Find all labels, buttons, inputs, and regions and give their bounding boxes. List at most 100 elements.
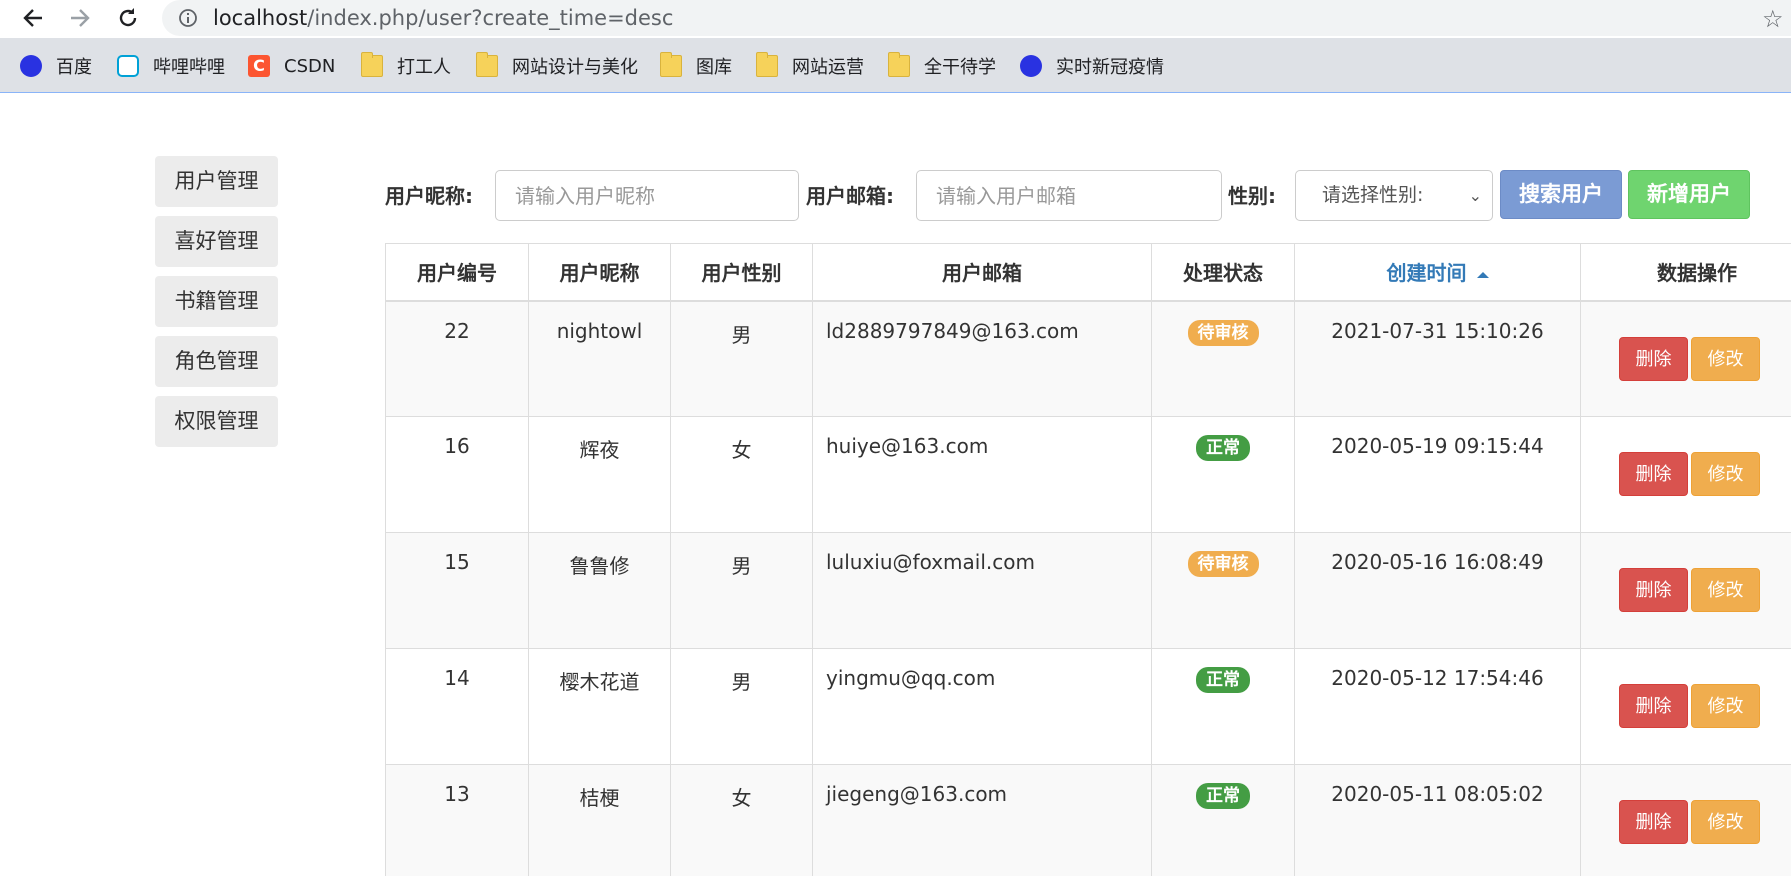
sidebar-item-roles[interactable]: 角色管理 xyxy=(155,336,278,387)
user-table-container: 用户编号 用户昵称 用户性别 用户邮箱 处理状态 创建时间 数据操作 22 ni… xyxy=(385,243,1791,876)
add-user-button[interactable]: 新增用户 xyxy=(1628,170,1750,219)
edit-button[interactable]: 修改 xyxy=(1691,800,1760,844)
bookmark-star-icon[interactable]: ☆ xyxy=(1762,5,1784,33)
table-row: 13 桔梗 女 jiegeng@163.com 正常 2020-05-11 08… xyxy=(385,764,1791,876)
forward-button[interactable] xyxy=(65,3,95,33)
gender-select-value: 请选择性别: xyxy=(1322,184,1424,206)
folder-icon xyxy=(476,52,498,77)
url-host: localhost xyxy=(213,6,308,30)
cell-email: yingmu@qq.com xyxy=(812,648,1152,765)
edit-button[interactable]: 修改 xyxy=(1691,568,1760,612)
cell-email: huiye@163.com xyxy=(812,416,1152,533)
edit-button[interactable]: 修改 xyxy=(1691,684,1760,728)
cell-id: 16 xyxy=(385,416,529,533)
cell-created: 2020-05-11 08:05:02 xyxy=(1294,764,1581,876)
bookmark-label: 实时新冠疫情 xyxy=(1056,57,1164,78)
cell-nickname: nightowl xyxy=(528,300,671,417)
bookmark-item[interactable]: 网站运营 xyxy=(756,52,864,79)
folder-icon xyxy=(756,52,778,77)
email-label: 用户邮箱: xyxy=(806,184,894,208)
email-input[interactable] xyxy=(916,170,1222,221)
table-row: 14 樱木花道 男 yingmu@qq.com 正常 2020-05-12 17… xyxy=(385,648,1791,765)
reload-button[interactable] xyxy=(113,3,143,33)
address-bar[interactable]: localhost/index.php/user?create_time=des… xyxy=(162,0,1791,36)
bookmark-label: 打工人 xyxy=(397,57,451,78)
delete-button[interactable]: 删除 xyxy=(1619,452,1688,496)
bookmark-label: 全干待学 xyxy=(924,57,996,78)
arrow-right-icon xyxy=(71,9,90,27)
bookmark-label: 网站运营 xyxy=(792,57,864,78)
status-badge: 待审核 xyxy=(1187,319,1259,346)
folder-icon xyxy=(660,52,682,77)
folder-icon xyxy=(361,52,383,77)
header-email: 用户邮箱 xyxy=(812,243,1152,302)
bookmark-label: 图库 xyxy=(696,57,732,78)
info-icon[interactable] xyxy=(178,8,198,28)
cell-id: 13 xyxy=(385,764,529,876)
baidu-icon xyxy=(1020,55,1042,77)
bilibili-icon xyxy=(117,55,139,77)
cell-nickname: 鲁鲁修 xyxy=(528,532,671,649)
sidebar-item-books[interactable]: 书籍管理 xyxy=(155,276,278,327)
cell-email: luluxiu@foxmail.com xyxy=(812,532,1152,649)
reload-icon xyxy=(119,8,137,27)
sidebar-item-users[interactable]: 用户管理 xyxy=(155,156,278,207)
bookmark-item[interactable]: 百度 xyxy=(20,53,92,79)
bookmark-item[interactable]: 打工人 xyxy=(361,52,451,79)
header-actions: 数据操作 xyxy=(1580,243,1791,302)
cell-id: 14 xyxy=(385,648,529,765)
cell-created: 2020-05-12 17:54:46 xyxy=(1294,648,1581,765)
search-user-button[interactable]: 搜索用户 xyxy=(1500,170,1622,219)
search-form: 用户昵称: 用户邮箱: 性别: 请选择性别: ⌄ 搜索用户 新增用户 xyxy=(385,170,1791,222)
edit-button[interactable]: 修改 xyxy=(1691,336,1760,381)
header-created-time[interactable]: 创建时间 xyxy=(1294,243,1581,302)
table-header-row: 用户编号 用户昵称 用户性别 用户邮箱 处理状态 创建时间 数据操作 xyxy=(385,243,1791,302)
header-created-label: 创建时间 xyxy=(1386,261,1467,286)
cell-actions: 删除 修改 xyxy=(1580,416,1791,533)
bookmark-item[interactable]: 全干待学 xyxy=(888,52,996,79)
gender-select[interactable]: 请选择性别: ⌄ xyxy=(1295,170,1493,221)
sort-asc-icon xyxy=(1476,271,1489,278)
edit-button[interactable]: 修改 xyxy=(1691,452,1760,496)
sidebar-item-permissions[interactable]: 权限管理 xyxy=(155,396,278,447)
cell-nickname: 桔梗 xyxy=(528,764,671,876)
delete-button[interactable]: 删除 xyxy=(1619,800,1688,844)
delete-button[interactable]: 删除 xyxy=(1619,336,1688,381)
back-button[interactable] xyxy=(18,3,48,33)
bookmark-item[interactable]: C CSDN xyxy=(248,53,335,79)
header-nickname: 用户昵称 xyxy=(528,243,671,302)
gender-label: 性别: xyxy=(1228,184,1276,208)
cell-actions: 删除 修改 xyxy=(1580,764,1791,876)
browser-chrome: localhost/index.php/user?create_time=des… xyxy=(0,0,1791,93)
user-table: 用户编号 用户昵称 用户性别 用户邮箱 处理状态 创建时间 数据操作 22 ni… xyxy=(385,243,1791,876)
cell-status: 正常 xyxy=(1151,416,1295,533)
delete-button[interactable]: 删除 xyxy=(1619,568,1688,612)
bookmark-item[interactable]: 哔哩哔哩 xyxy=(117,53,225,79)
bookmark-label: 哔哩哔哩 xyxy=(153,57,225,78)
bookmark-label: 百度 xyxy=(56,57,92,78)
folder-icon xyxy=(888,52,910,77)
cell-gender: 女 xyxy=(670,416,813,533)
cell-id: 15 xyxy=(385,532,529,649)
cell-actions: 删除 修改 xyxy=(1580,648,1791,765)
nickname-input[interactable] xyxy=(495,170,799,221)
header-gender: 用户性别 xyxy=(670,243,813,302)
status-badge: 正常 xyxy=(1196,435,1250,461)
cell-status: 待审核 xyxy=(1151,532,1295,649)
cell-created: 2021-07-31 15:10:26 xyxy=(1294,300,1581,417)
cell-id: 22 xyxy=(385,300,529,417)
cell-status: 正常 xyxy=(1151,764,1295,876)
cell-gender: 男 xyxy=(670,532,813,649)
sidebar-item-preferences[interactable]: 喜好管理 xyxy=(155,216,278,267)
delete-button[interactable]: 删除 xyxy=(1619,684,1688,728)
bookmark-item[interactable]: 图库 xyxy=(660,52,732,79)
url-text[interactable]: localhost/index.php/user?create_time=des… xyxy=(213,6,673,30)
cell-nickname: 辉夜 xyxy=(528,416,671,533)
table-row: 16 辉夜 女 huiye@163.com 正常 2020-05-19 09:1… xyxy=(385,416,1791,533)
bookmark-item[interactable]: 实时新冠疫情 xyxy=(1020,53,1164,79)
sidebar: 用户管理 喜好管理 书籍管理 角色管理 权限管理 xyxy=(155,156,278,456)
nickname-label: 用户昵称: xyxy=(385,184,473,208)
baidu-icon xyxy=(20,55,42,77)
url-path: /index.php/user?create_time=desc xyxy=(307,6,674,30)
bookmark-item[interactable]: 网站设计与美化 xyxy=(476,52,638,79)
